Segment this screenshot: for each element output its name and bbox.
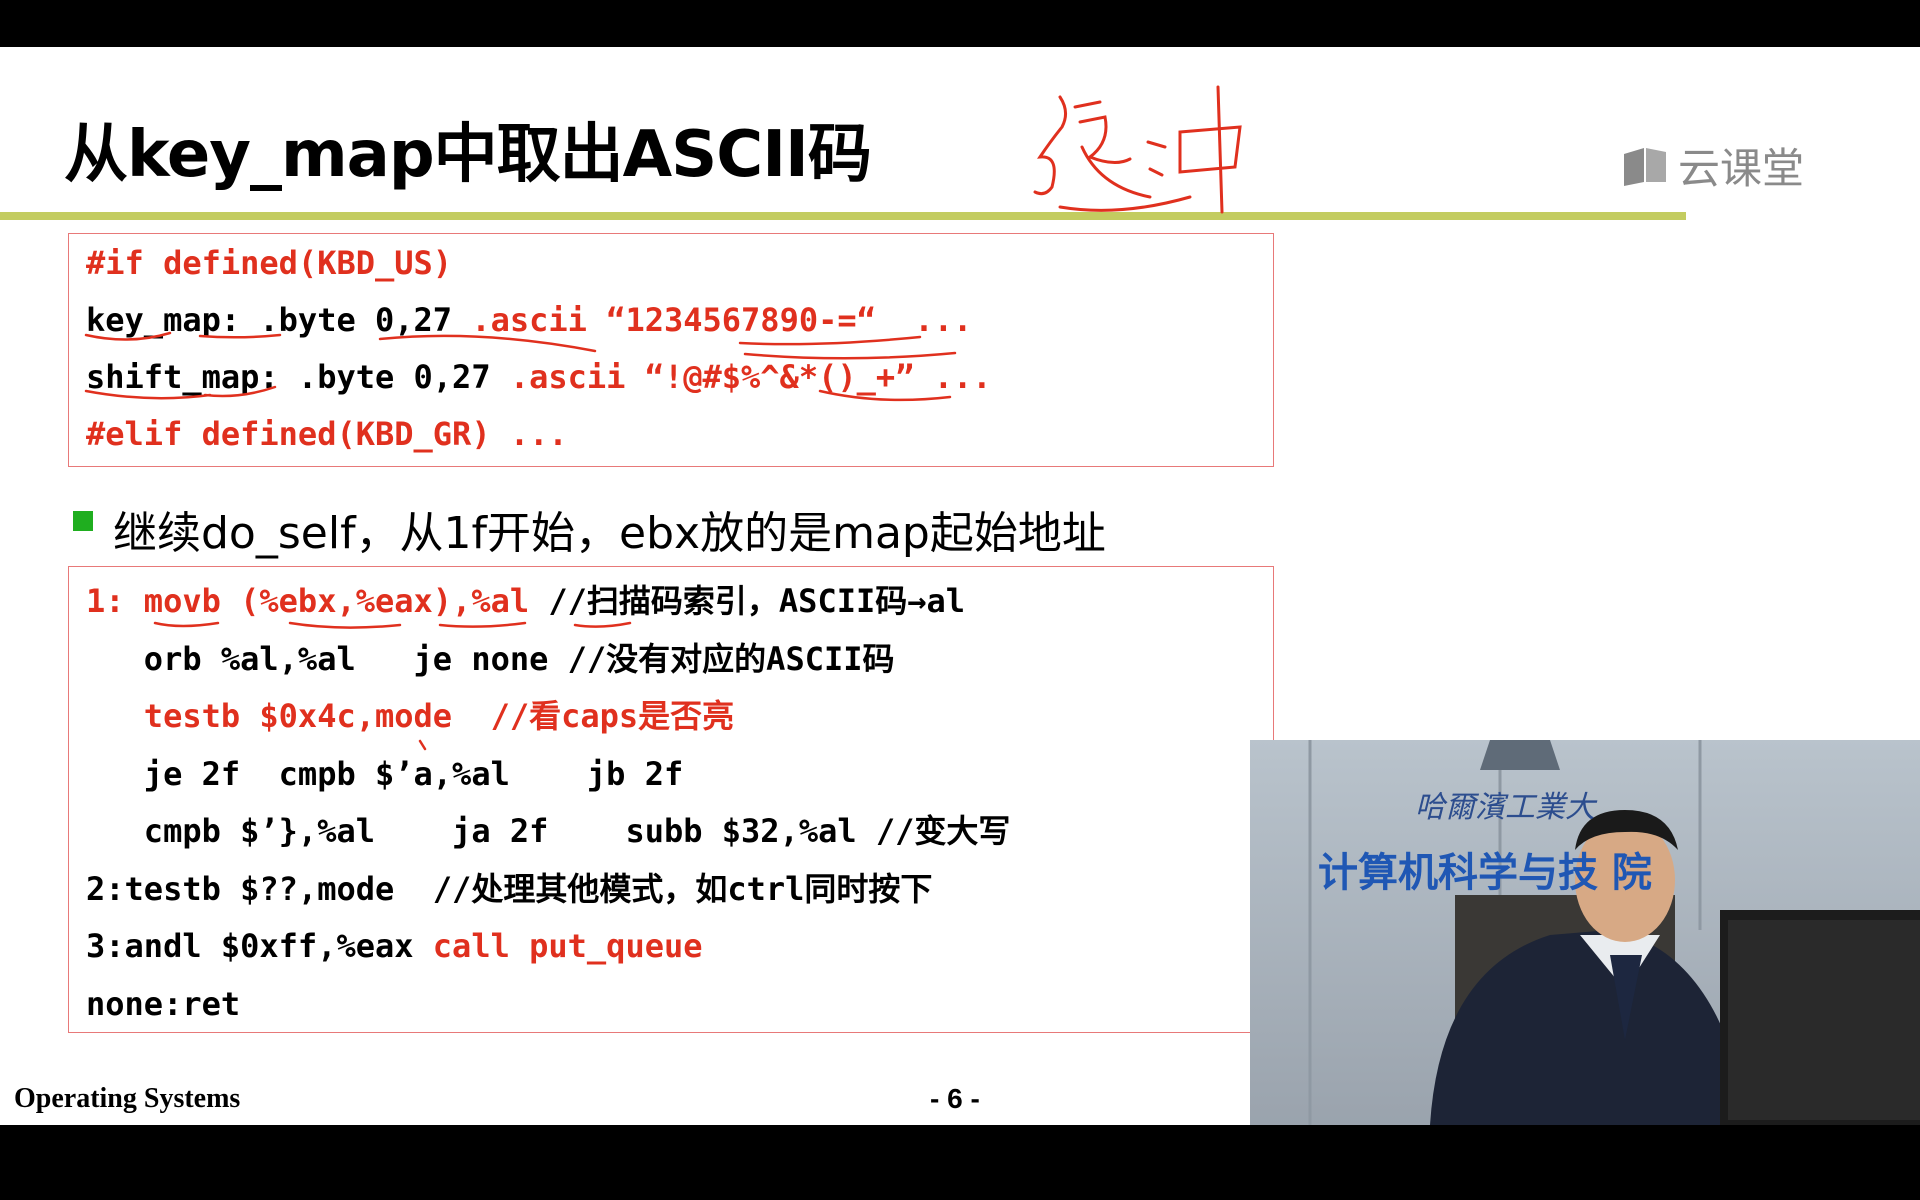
code-line: key_map: .byte 0,27 .ascii “1234567890-=… [86, 304, 972, 336]
lecturer-video-overlay: 哈爾濱工業大 计算机科学与技 院 [1250, 740, 1920, 1125]
code-segment: 1: [86, 582, 144, 620]
code-segment: call put_queue [432, 927, 703, 965]
code-segment: key_map: .byte 0,27 [86, 301, 472, 339]
code-line: #elif defined(KBD_GR) ... [86, 418, 568, 450]
code-segment: je 2f cmpb $’a,%al jb 2f [86, 754, 684, 793]
footer-course-name: Operating Systems [14, 1083, 241, 1114]
code-line: cmpb $’},%al ja 2f subb $32,%al //变大写 [86, 812, 1011, 850]
code-line: testb $0x4c,mode //看caps是否亮 [86, 700, 734, 732]
code-line: orb %al,%al je none //没有对应的ASCII码 [86, 643, 895, 675]
code-segment: orb %al,%al je none //没有对应的ASCII码 [86, 639, 895, 678]
book-icon [1624, 147, 1666, 186]
code-line: none:ret [86, 988, 240, 1020]
code-segment: .ascii “!@#$%^&*()_+” ... [509, 358, 992, 396]
yunketang-logo: 云课堂 [1620, 135, 1804, 196]
slide-title: 从key_map中取出ASCII码 [64, 118, 872, 192]
title-rule [0, 212, 1686, 220]
video-caption-school: 计算机科学与技 院 [1318, 850, 1652, 896]
code-segment: movb (%ebx,%eax),%al [143, 582, 549, 620]
code-segment: #elif defined(KBD_GR) ... [86, 415, 568, 453]
code-segment: testb $0x4c,mode //看caps是否亮 [86, 697, 735, 735]
code-segment: 2:testb $??,mode //处理其他模式，如ctrl同时按下 [86, 869, 933, 908]
code-segment: 3:andl $0xff,%eax [86, 927, 433, 965]
code-line: 1: movb (%ebx,%eax),%al //扫描码索引，ASCII码→a… [86, 585, 965, 617]
code-segment: #if defined(KBD_US) [86, 244, 453, 282]
code-line: 3:andl $0xff,%eax call put_queue [86, 930, 703, 962]
video-caption-university: 哈爾濱工業大 [1415, 790, 1595, 825]
code-segment: shift_map: .byte 0,27 [86, 358, 510, 396]
bullet-marker [73, 511, 93, 531]
code-segment: .ascii “1234567890-=“ ... [471, 301, 973, 339]
page-number: - 6 - [930, 1083, 980, 1114]
handwriting-title-drawing [1033, 85, 1242, 214]
code-line: 2:testb $??,mode //处理其他模式，如ctrl同时按下 [86, 873, 932, 905]
code-line: shift_map: .byte 0,27 .ascii “!@#$%^&*()… [86, 361, 991, 393]
code-segment: cmpb $’},%al ja 2f subb $32,%al //变大写 [86, 812, 1011, 850]
code-line: je 2f cmpb $’a,%al jb 2f [86, 758, 683, 790]
logo-text: 云课堂 [1678, 144, 1805, 193]
code-segment: //扫描码索引，ASCII码→al [548, 582, 966, 620]
code-segment: none:ret [86, 984, 241, 1023]
bullet-text: 继续do_self，从1f开始，ebx放的是map起始地址 [113, 508, 1106, 559]
code-line: #if defined(KBD_US) [86, 247, 452, 279]
